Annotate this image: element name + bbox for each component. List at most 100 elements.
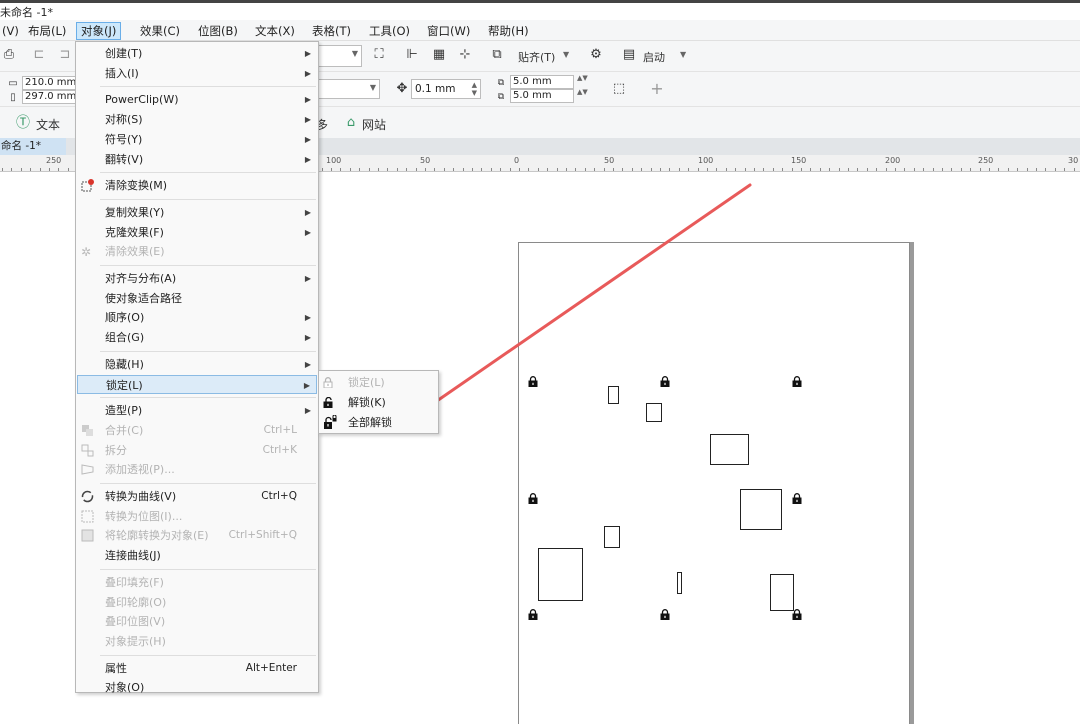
menu-item[interactable]: 顺序(O) ▶ [77,308,317,327]
menu-separator [100,198,316,200]
menu-item[interactable]: 克隆效果(F) ▶ [77,223,317,242]
clear-effect-icon: ✲ [80,244,95,259]
lock-submenu: 锁定(L) 解锁(K) 全部解锁 [318,370,439,434]
menu-item[interactable]: 全部解锁 [320,413,439,432]
menu-item-label: 叠印位图(V) [105,615,166,629]
submenu-arrow-icon: ▶ [304,359,311,369]
menu-item[interactable]: 锁定(L) ▶ [77,374,317,394]
menu-item-label: 翻转(V) [105,152,144,166]
menu-item-label: 清除效果(E) [105,245,165,259]
menu-item-label: 属性 [105,661,127,675]
menu-item-label: 对齐与分布(A) [105,272,177,285]
menu-item[interactable]: PowerClip(W) ▶ [77,90,317,109]
menu-item[interactable]: 属性 Alt+Enter [77,659,317,678]
menu-item: ✲ 清除效果(E) [77,242,317,261]
menu-item-label: 插入(I) [105,66,139,80]
menu-separator [100,350,316,352]
menu-item-label: 拆分 [105,443,127,457]
menu-item[interactable]: 对称(S) ▶ [77,110,317,129]
menu-item-label: 转换为曲线(V) [105,490,177,503]
submenu-arrow-icon: ▶ [304,134,311,144]
menu-item[interactable]: 插入(I) ▶ [77,64,317,83]
menu-item[interactable]: 转换为曲线(V) Ctrl+Q [77,487,317,506]
menu-item[interactable]: 对齐与分布(A) ▶ [77,269,317,288]
menu-item-label: 解锁(K) [348,396,386,409]
menu-item-label: 对象提示(H) [105,634,166,648]
submenu-arrow-icon: ▶ [304,95,311,105]
break-apart-icon [80,443,95,458]
submenu-arrow-icon: ▶ [304,274,311,283]
menu-separator [100,86,316,88]
menu-item-label: 组合(G) [105,331,145,345]
menu-item[interactable]: 解锁(K) [320,393,439,412]
app-window: 未命名 -1* (V) 布局(L) 对象(J) 效果(C) 位图(B) 文本(X… [0,0,1080,724]
menu-item[interactable]: 创建(T) ▶ [77,44,317,63]
menu-item-shortcut: Ctrl+Shift+Q [228,529,297,542]
menu-item-label: 创建(T) [105,47,143,60]
menu-separator [100,172,316,174]
menu-separator [100,568,316,570]
menu-item-label: 使对象适合路径 [105,291,182,305]
menu-separator [100,265,316,266]
submenu-arrow-icon: ▶ [303,380,310,390]
menu-separator [100,483,316,484]
menu-separator [100,654,316,656]
submenu-arrow-icon: ▶ [304,68,311,78]
submenu-arrow-icon: ▶ [304,406,311,416]
menu-item-label: 合并(C) [105,423,144,437]
submenu-arrow-icon: ▶ [304,154,311,164]
menu-item: 对象提示(H) [77,632,317,651]
menu-item-label: 叠印轮廓(O) [105,595,167,609]
submenu-arrow-icon: ▶ [304,115,311,125]
menu-item[interactable]: 清除变换(M) [77,176,317,195]
menu-item-label: 连接曲线(J) [105,549,161,563]
menu-item-shortcut: Ctrl+K [262,443,297,456]
menu-item-label: 清除变换(M) [105,179,168,193]
menu-item[interactable]: 组合(G) ▶ [77,328,317,347]
menu-item[interactable]: 连接曲线(J) [77,546,317,565]
lock-icon [323,375,338,390]
submenu-arrow-icon: ▶ [304,313,311,323]
menu-item: 转换为位图(I)... [77,507,317,526]
menu-item-label: 克隆效果(F) [105,225,164,239]
menu-item: 锁定(L) [320,373,439,392]
clear-transform-icon [80,178,95,193]
menu-item[interactable]: 符号(Y) ▶ [77,130,317,149]
menu-item[interactable]: 隐藏(H) ▶ [77,355,317,374]
submenu-arrow-icon: ▶ [304,49,311,58]
menu-item: 合并(C) Ctrl+L [77,421,317,440]
combine-icon [80,423,95,438]
menu-item[interactable]: 造型(P) ▶ [77,401,317,420]
submenu-arrow-icon: ▶ [304,227,311,237]
menu-item: 拆分 Ctrl+K [77,441,317,460]
menu-item[interactable]: 对象(O) [77,678,317,697]
menu-item-shortcut: Ctrl+Q [261,490,297,502]
menu-item-label: 锁定(L) [106,378,143,392]
submenu-arrow-icon: ▶ [304,207,311,217]
menu-item-label: 符号(Y) [105,132,143,146]
menu-item-label: 锁定(L) [348,376,385,389]
unlock-icon [323,395,338,410]
menu-item-label: 造型(P) [105,404,143,418]
menu-item: 叠印填充(F) [77,573,317,592]
menu-item[interactable]: 复制效果(Y) ▶ [77,203,317,222]
menu-item: 添加透视(P)... [77,460,317,479]
menu-item-label: 叠印填充(F) [105,575,164,589]
menu-item-label: 顺序(O) [105,311,145,325]
menu-item-label: 对象(O) [105,681,145,695]
svg-text:✲: ✲ [81,245,91,259]
menu-item-label: PowerClip(W) [105,93,179,107]
submenu-arrow-icon: ▶ [304,333,311,343]
menu-item-shortcut: Alt+Enter [245,661,297,674]
menu-item-label: 添加透视(P)... [105,463,175,477]
menu-item-shortcut: Ctrl+L [263,423,297,436]
menu-item: 将轮廓转换为对象(E) Ctrl+Shift+Q [77,526,317,545]
menu-item-label: 全部解锁 [348,416,392,429]
menu-item[interactable]: 翻转(V) ▶ [77,150,317,169]
menu-item-label: 复制效果(Y) [105,205,165,219]
menu-item-label: 对称(S) [105,113,143,127]
menu-item-label: 将轮廓转换为对象(E) [105,529,209,543]
perspective-icon [80,462,95,477]
menu-item[interactable]: 使对象适合路径 [77,289,317,308]
menu-item: 叠印轮廓(O) [77,593,317,612]
